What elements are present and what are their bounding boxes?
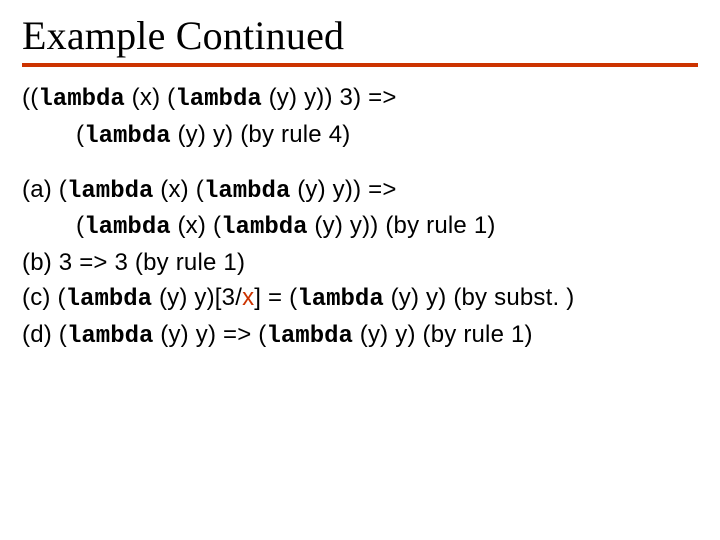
slide-title: Example Continued [22, 12, 698, 59]
kw-lambda: lambda [38, 86, 124, 113]
t: (y) y) [384, 284, 447, 311]
t: (y) y)) [308, 212, 379, 239]
t: => ( [216, 321, 266, 348]
step-a-l2: (lambda (x) (lambda (y) y)) (by rule 1) [22, 209, 698, 246]
t: (d) ( [22, 321, 67, 348]
subst-var: x [242, 284, 254, 311]
t: (y) y)) [290, 176, 361, 203]
step-c: (c) (lambda (y) y)[3/x] = (lambda (y) y)… [22, 281, 698, 318]
kw-lambda: lambda [67, 323, 153, 350]
t: ( [76, 212, 84, 239]
step-d: (d) (lambda (y) y) => (lambda (y) y) (by… [22, 318, 698, 355]
example-main: ((lambda (x) (lambda (y) y)) 3) => (lamb… [22, 81, 698, 155]
kw-lambda: lambda [175, 86, 261, 113]
t: (y) y) [353, 321, 416, 348]
t: (b) 3 => 3 (by rule 1) [22, 249, 245, 276]
step-a-l1: (a) (lambda (x) (lambda (y) y)) => [22, 173, 698, 210]
kw-lambda: lambda [84, 123, 170, 150]
example-main-l2: (lambda (y) y) (by rule 4) [22, 118, 698, 155]
slide: Example Continued ((lambda (x) (lambda (… [0, 0, 720, 540]
kw-lambda: lambda [267, 323, 353, 350]
t: (y) y)) 3) [262, 84, 362, 111]
t: (by rule 1) [416, 321, 533, 348]
example-main-l1: ((lambda (x) (lambda (y) y)) 3) => [22, 81, 698, 118]
kw-lambda: lambda [84, 214, 170, 241]
t: (a) ( [22, 176, 67, 203]
slide-body: ((lambda (x) (lambda (y) y)) 3) => (lamb… [22, 81, 698, 355]
t: ] = ( [254, 284, 297, 311]
t: (by subst. ) [446, 284, 574, 311]
kw-lambda: lambda [204, 178, 290, 205]
t: (x) ( [153, 176, 204, 203]
step-b: (b) 3 => 3 (by rule 1) [22, 246, 698, 281]
t: (y) y) [171, 121, 234, 148]
kw-lambda: lambda [66, 286, 152, 313]
t: => [361, 176, 396, 203]
t: (( [22, 84, 38, 111]
t: (y) y) [152, 284, 215, 311]
t: (x) ( [125, 84, 176, 111]
t: (c) ( [22, 284, 66, 311]
t: (by rule 1) [378, 212, 495, 239]
title-underline [22, 63, 698, 67]
t: [3/ [215, 284, 242, 311]
t: => [361, 84, 396, 111]
t: (x) ( [171, 212, 222, 239]
t: (y) y) [153, 321, 216, 348]
t: ( [76, 121, 84, 148]
kw-lambda: lambda [297, 286, 383, 313]
t: (by rule 4) [233, 121, 350, 148]
kw-lambda: lambda [221, 214, 307, 241]
kw-lambda: lambda [67, 178, 153, 205]
